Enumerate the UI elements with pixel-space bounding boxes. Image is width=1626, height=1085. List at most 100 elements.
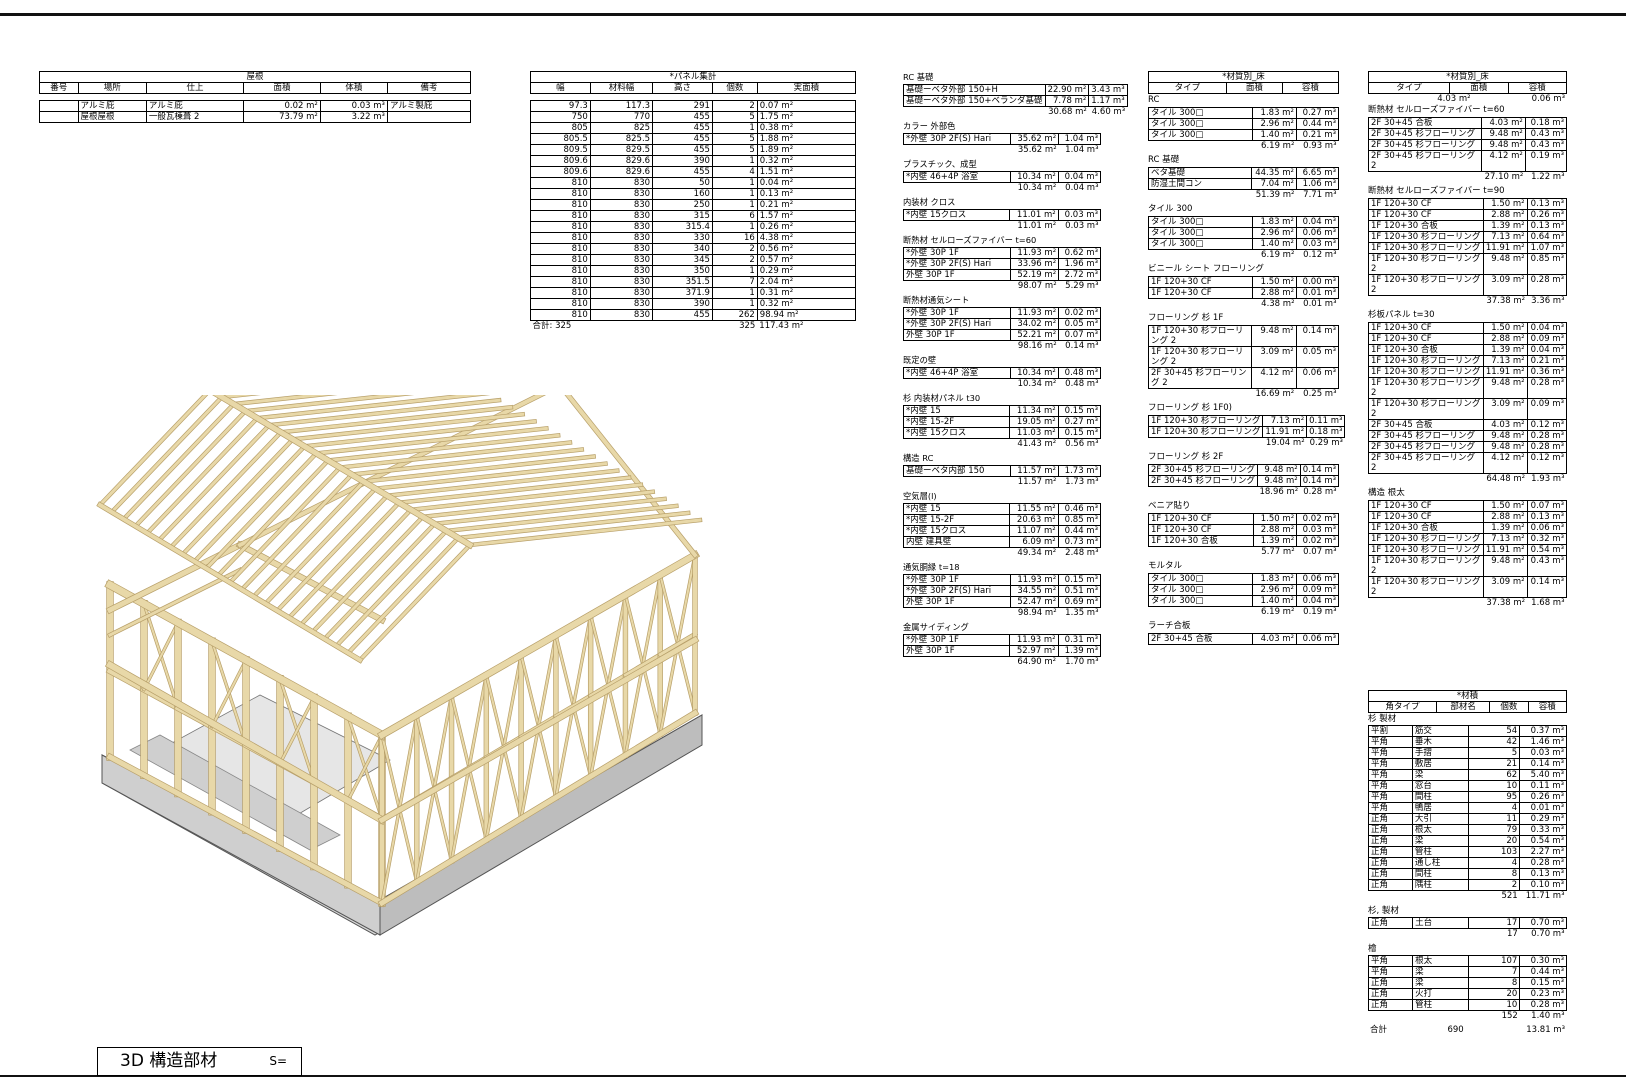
table-cell: 2F 30+45 杉フローリング — [1368, 128, 1482, 140]
floor-header-table: *材質別_床 タイプ 面積 容積 — [1367, 71, 1568, 94]
subtotal-cell: 0.06 m³ — [1531, 94, 1565, 104]
table-cell: 34.02 m² — [1010, 318, 1060, 330]
table-cell: 20 — [1467, 988, 1521, 1000]
table-row: 1F 120+30 CF 1.50 m² 0.07 m³ — [1368, 500, 1568, 512]
table-cell: 平角 — [1368, 791, 1413, 803]
table-row: アルミ庇 アルミ庇 0.02 m² 0.03 m³ アルミ製庇 — [39, 100, 472, 112]
subtotal-cell: 11.71 m³ — [1525, 891, 1565, 901]
table-cell: タイル 300□ — [1147, 238, 1254, 250]
panel-cell: 0.57 m² — [756, 254, 857, 266]
floor-schedule-1: *材質別_床 タイプ 面積 容積 RC タイル 300□ 1.83 m² 0.27 m³ タイル… — [1147, 71, 1346, 648]
table-row: 810 830 330 16 4.38 m² — [530, 232, 857, 244]
panel-cell: 117.3 — [589, 100, 654, 112]
group-title: 断熱材 セルローズファイバー t=60 — [903, 235, 1037, 245]
floor-header-cell: 面積 — [1225, 82, 1283, 94]
subtotal-row: 18.96 m² 0.28 m³ — [1149, 487, 1339, 498]
table-cell: 管柱 — [1411, 846, 1469, 858]
table-row: *外壁 30P 2F(S) Hari 34.55 m² 0.51 m³ — [902, 585, 1101, 597]
table-row: 1F 120+30 杉フローリング 7.13 m² 0.64 m³ — [1368, 231, 1568, 243]
panel-cell: 805 — [530, 122, 591, 134]
panel-cell: 810 — [530, 188, 591, 200]
subtotal-spacer — [904, 548, 1010, 559]
subtotal-cell: 4.38 m² — [1261, 299, 1295, 309]
panel-cell: 810 — [530, 254, 591, 266]
table-cell: *外壁 30P 1F — [902, 634, 1011, 646]
table-cell: 土台 — [1412, 917, 1469, 929]
table-row: 809.6 829.6 455 4 1.51 m² — [530, 166, 857, 178]
table-cell: 0.05 m³ — [1295, 346, 1340, 368]
panel-cell: 390 — [652, 155, 713, 167]
panel-cell: 0.31 m² — [756, 287, 857, 299]
table-cell: 0.85 m³ — [1057, 514, 1102, 526]
table-cell: *外壁 30P 2F(S) Hari — [902, 585, 1012, 597]
table-cell: 0.33 m³ — [1519, 824, 1567, 836]
table-cell: 4.03 m² — [1252, 633, 1297, 645]
table-cell: 1.04 m³ — [1058, 133, 1101, 145]
table-cell: 1.40 m² — [1252, 129, 1297, 141]
table-cell: 1F 120+30 CF — [1147, 287, 1254, 299]
subtotal-row: 37.38 m² 1.68 m³ — [1369, 598, 1567, 609]
table-cell: 梁 — [1411, 769, 1469, 781]
table-cell: 1.83 m² — [1252, 573, 1297, 585]
table-cell: 7.13 m² — [1482, 355, 1528, 367]
subtotal-cell: 10.34 m² — [1017, 379, 1057, 389]
roof-cell — [39, 111, 79, 123]
table-row: 平角 敷居 21 0.14 m³ — [1368, 758, 1567, 770]
table-cell: 11.91 m² — [1482, 544, 1528, 556]
table-cell: 0.43 m³ — [1526, 555, 1568, 577]
table-cell: タイル 300□ — [1147, 595, 1254, 607]
table-cell: 0.11 m³ — [1519, 780, 1567, 792]
subtotal-cell: 4.03 m² — [1437, 94, 1471, 104]
subtotal-spacer — [904, 477, 1011, 488]
table-cell: 1F 120+30 CF — [1368, 333, 1484, 345]
table-cell: 8 — [1467, 868, 1521, 880]
group-title: フローリング 杉 1F0) — [1148, 403, 1232, 413]
floor-schedule-title: *材質別_床 — [1148, 71, 1339, 83]
group-table: *外壁 30P 1F 11.93 m² 0.62 m³ *外壁 30P 2F(S) H… — [902, 247, 1101, 291]
table-cell: 1.50 m² — [1482, 198, 1528, 210]
group-table: 1F 120+30 杉フローリング 7.13 m² 0.11 m³ 1F 120+30… — [1147, 415, 1346, 448]
table-row: 810 830 345 2 0.57 m² — [530, 254, 857, 266]
table-row: 2F 30+45 杉フローリング 2 4.12 m² 0.06 m³ — [1147, 367, 1340, 389]
table-row: *外壁 30P 1F 11.93 m² 0.31 m³ — [902, 634, 1102, 646]
table-row: 2F 30+45 合板 4.03 m² 0.06 m³ — [1147, 633, 1339, 645]
group-table: ベタ基礎 44.35 m² 6.65 m³ 防湿土間コン 7.04 m² 1.06 m³ 5… — [1147, 167, 1340, 200]
table-row: *内壁 15-2F 19.05 m² 0.27 m³ — [902, 416, 1102, 428]
table-cell: 11.55 m² — [1009, 503, 1059, 515]
subtotal-spacer — [1149, 487, 1258, 498]
table-row: 810 830 351.5 7 2.04 m² — [530, 276, 857, 288]
table-cell: 0.13 m³ — [1526, 198, 1568, 210]
panel-header-cell: 幅 — [530, 82, 591, 94]
table-cell: 2F 30+45 杉フローリング 2 — [1368, 452, 1484, 474]
panel-cell: 810 — [530, 232, 591, 244]
table-cell: 4.12 m² — [1482, 452, 1528, 474]
panel-cell: 830 — [589, 276, 654, 288]
table-row: *内壁 15クロス 11.07 m² 0.44 m³ — [902, 525, 1102, 537]
group-table: *外壁 30P 1F 11.93 m² 0.02 m³ *外壁 30P 2F(S) H… — [902, 307, 1101, 352]
subtotal-spacer — [904, 341, 1011, 352]
table-cell: 2F 30+45 杉フローリング 2 — [1368, 150, 1482, 172]
subtotal-cell: 64.90 m² — [1017, 657, 1057, 667]
group-title: カラー 外部色 — [903, 121, 956, 131]
subtotal-spacer — [1149, 389, 1252, 400]
table-cell: 1.73 m³ — [1057, 465, 1102, 477]
subtotal-cell: 18.96 m² — [1259, 487, 1299, 497]
roof-header-cell: 面積 — [243, 82, 321, 94]
table-cell: 鴨居 — [1411, 802, 1469, 814]
panel-cell: 805.5 — [530, 133, 591, 145]
subtotal-cell: 0.04 m³ — [1065, 183, 1099, 193]
table-cell: 0.21 m³ — [1295, 129, 1340, 141]
table-cell: 0.43 m³ — [1524, 128, 1568, 140]
panel-cell: 810 — [530, 221, 591, 233]
panel-cell: 1 — [711, 155, 758, 167]
panel-cell: 0.32 m² — [756, 298, 857, 310]
subtotal-spacer — [1369, 598, 1484, 609]
table-cell: 9.48 m² — [1480, 128, 1526, 140]
panel-cell: 315.4 — [652, 221, 713, 233]
table-cell: 11.57 m² — [1010, 465, 1059, 477]
table-row: 1F 120+30 CF 1.50 m² 0.04 m³ — [1368, 322, 1568, 334]
roof-cell — [39, 100, 79, 112]
table-row: タイル 300□ 2.96 m² 0.06 m³ — [1147, 227, 1340, 239]
panel-total-area: 117.43 m² — [759, 321, 804, 331]
table-cell: 1.40 m² — [1252, 595, 1297, 607]
